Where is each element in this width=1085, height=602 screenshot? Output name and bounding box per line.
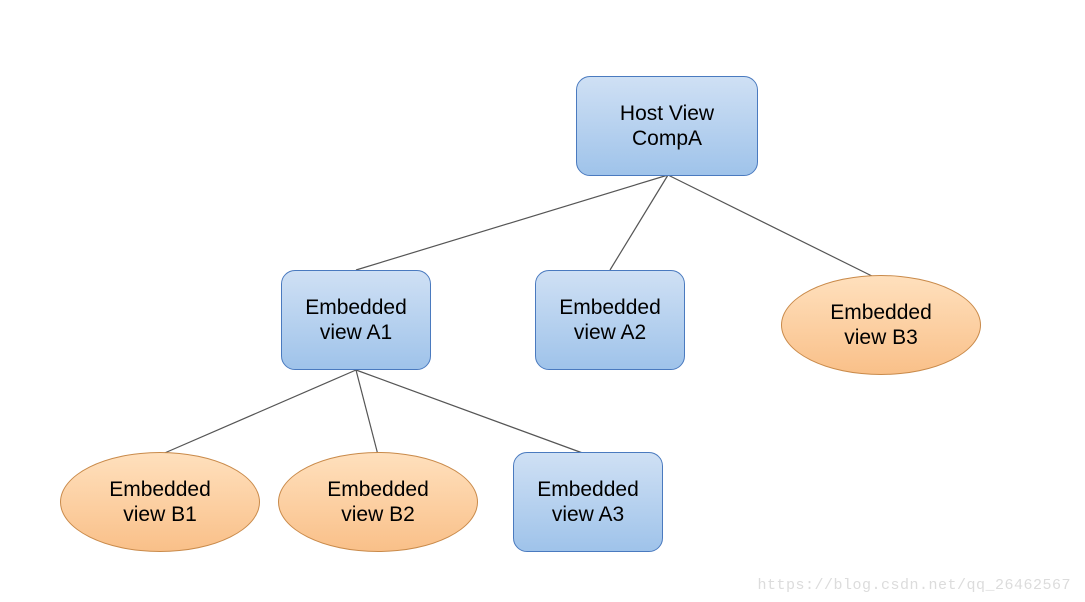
node-label-line1: Embedded [830, 300, 932, 325]
node-label-line1: Host View [620, 101, 714, 126]
node-label-line2: view B3 [844, 325, 918, 350]
node-label-line2: view A3 [552, 502, 624, 527]
node-host-view-compa: Host View CompA [576, 76, 758, 176]
node-label-line2: CompA [632, 126, 702, 151]
node-embedded-view-b1: Embedded view B1 [60, 452, 260, 552]
node-label-line2: view A1 [320, 320, 392, 345]
node-label-line1: Embedded [327, 477, 429, 502]
node-label-line1: Embedded [537, 477, 639, 502]
node-label-line1: Embedded [559, 295, 661, 320]
node-label-line1: Embedded [109, 477, 211, 502]
node-label-line2: view B2 [341, 502, 415, 527]
node-label-line2: view A2 [574, 320, 646, 345]
node-embedded-view-b2: Embedded view B2 [278, 452, 478, 552]
watermark-text: https://blog.csdn.net/qq_26462567 [757, 577, 1071, 594]
node-embedded-view-a2: Embedded view A2 [535, 270, 685, 370]
node-embedded-view-b3: Embedded view B3 [781, 275, 981, 375]
node-embedded-view-a1: Embedded view A1 [281, 270, 431, 370]
node-embedded-view-a3: Embedded view A3 [513, 452, 663, 552]
node-label-line2: view B1 [123, 502, 197, 527]
node-label-line1: Embedded [305, 295, 407, 320]
